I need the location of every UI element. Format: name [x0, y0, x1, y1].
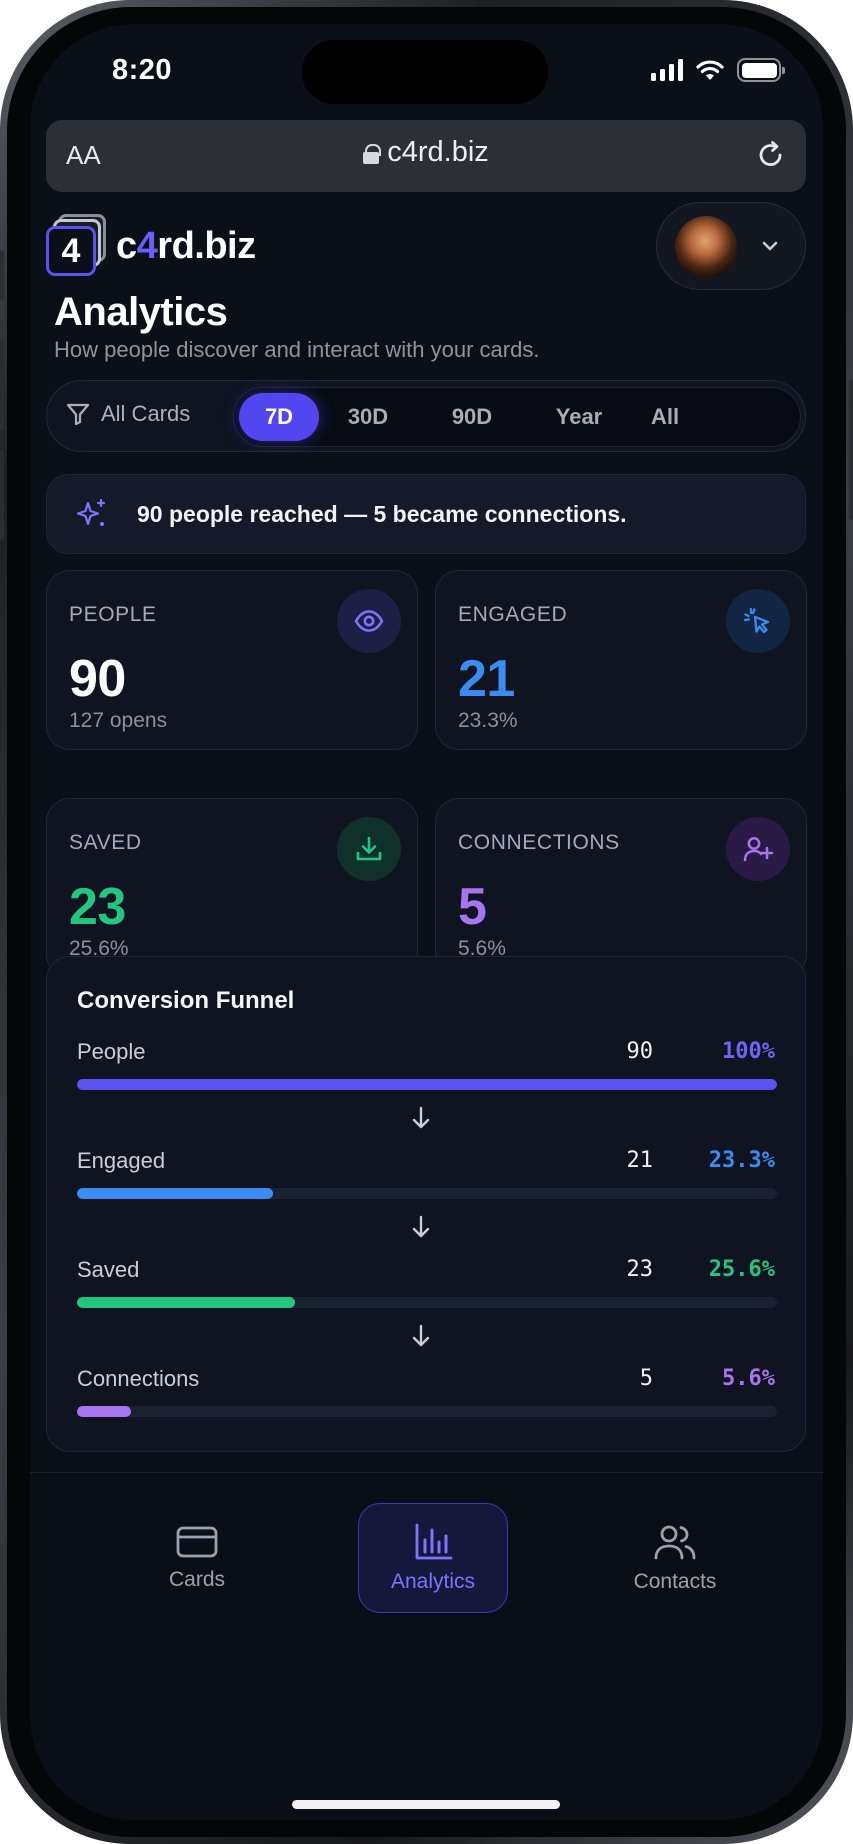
stat-label: PEOPLE: [69, 603, 157, 626]
stat-value: 23: [69, 878, 126, 936]
page-subtitle: How people discover and interact with yo…: [54, 337, 540, 362]
users-icon: [654, 1525, 696, 1560]
brand-name[interactable]: c4rd.biz: [116, 225, 256, 268]
period-selector: 7D 30D 90D Year All: [233, 387, 801, 447]
funnel-bar-track: [77, 1188, 777, 1199]
stat-card-engaged[interactable]: ENGAGED 21 23.3%: [435, 570, 807, 750]
volume-down-button: [0, 450, 4, 540]
download-icon: [337, 817, 401, 881]
home-indicator: [292, 1800, 560, 1809]
funnel-stage-label: Saved: [77, 1257, 140, 1282]
stat-card-saved[interactable]: SAVED 23 25.6%: [46, 798, 418, 978]
stat-subtext: 127 opens: [69, 709, 168, 732]
funnel-bar-fill: [77, 1406, 131, 1417]
eye-icon: [337, 589, 401, 653]
period-90d[interactable]: 90D: [432, 393, 512, 441]
funnel-bar-fill: [77, 1297, 296, 1308]
funnel-bar-fill: [77, 1079, 777, 1090]
nav-label: Analytics: [390, 1570, 476, 1593]
cursor-click-icon: [726, 589, 790, 653]
nav-label: Contacts: [633, 1570, 717, 1593]
chevron-down-icon: [762, 241, 778, 251]
card-icon: [176, 1526, 218, 1558]
sparkles-icon: [76, 498, 106, 526]
filter-icon: [66, 403, 90, 426]
card-filter-button[interactable]: All Cards: [65, 401, 190, 427]
card-filter-label: All Cards: [101, 401, 191, 426]
avatar: [675, 216, 737, 278]
mute-switch: [0, 250, 4, 300]
wifi-icon: [696, 60, 724, 80]
funnel-stage-label: People: [77, 1039, 146, 1064]
reload-icon[interactable]: [754, 138, 788, 172]
funnel-stage-percent: 100%: [722, 1039, 775, 1064]
browser-url-bar[interactable]: AA c4rd.biz: [46, 120, 806, 192]
funnel-stage-count: 21: [626, 1148, 654, 1173]
brand-logo[interactable]: 4: [46, 214, 106, 276]
volume-up-button: [0, 340, 4, 430]
funnel-stage-label: Connections: [77, 1366, 200, 1391]
funnel-title: Conversion Funnel: [77, 987, 295, 1014]
stat-card-people[interactable]: PEOPLE 90 127 opens: [46, 570, 418, 750]
bottom-nav: Cards Analytics Contacts: [30, 1472, 823, 1820]
stat-value: 21: [458, 650, 515, 708]
screen: 8:20 AA c4rd.biz 4 c4rd.biz Analytics Ho…: [30, 24, 823, 1820]
funnel-stage-label: Engaged: [77, 1148, 166, 1173]
url-display[interactable]: c4rd.biz: [46, 136, 806, 169]
stat-label: SAVED: [69, 831, 142, 854]
stat-card-connections[interactable]: CONNECTIONS 5 5.6%: [435, 798, 807, 978]
url-text: c4rd.biz: [387, 136, 489, 168]
power-button: [849, 380, 853, 520]
period-all[interactable]: All: [630, 393, 700, 441]
nav-contacts[interactable]: Contacts: [600, 1503, 750, 1613]
period-7d[interactable]: 7D: [239, 393, 319, 441]
lock-icon: [363, 144, 382, 164]
funnel-bar-track: [77, 1079, 777, 1090]
conversion-funnel: Conversion Funnel People 90 100% Engaged 21 2…: [46, 956, 806, 1452]
stat-value: 90: [69, 650, 126, 708]
funnel-bar-track: [77, 1297, 777, 1308]
stat-subtext: 23.3%: [458, 709, 518, 732]
arrow-down-icon: [412, 1106, 430, 1129]
logo-digit: 4: [46, 226, 96, 276]
profile-menu-button[interactable]: [656, 202, 806, 290]
nav-label: Cards: [168, 1568, 226, 1591]
stat-value: 5: [458, 878, 487, 936]
period-year[interactable]: Year: [534, 393, 624, 441]
stat-label: CONNECTIONS: [458, 831, 620, 854]
status-time: 8:20: [112, 54, 173, 86]
stat-label: ENGAGED: [458, 603, 568, 626]
battery-icon: [737, 58, 785, 82]
bar-chart-icon: [415, 1523, 453, 1560]
funnel-stage-percent: 5.6%: [722, 1366, 775, 1391]
phone-frame: 8:20 AA c4rd.biz 4 c4rd.biz Analytics Ho…: [0, 0, 853, 1844]
period-30d[interactable]: 30D: [328, 393, 408, 441]
nav-analytics[interactable]: Analytics: [358, 1503, 508, 1613]
funnel-bar-fill: [77, 1188, 273, 1199]
summary-text: 90 people reached — 5 became connections…: [137, 501, 627, 527]
funnel-bar-track: [77, 1406, 777, 1417]
filter-bar: All Cards 7D 30D 90D Year All: [46, 380, 806, 452]
funnel-stage-count: 90: [626, 1039, 654, 1064]
funnel-stage-count: 23: [626, 1257, 654, 1282]
nav-cards[interactable]: Cards: [122, 1503, 272, 1613]
funnel-stage-percent: 25.6%: [708, 1257, 775, 1282]
user-plus-icon: [726, 817, 790, 881]
funnel-stage-percent: 23.3%: [708, 1148, 775, 1173]
signal-icon: [651, 59, 683, 81]
arrow-down-icon: [412, 1324, 430, 1347]
dynamic-island: [302, 40, 548, 104]
arrow-down-icon: [412, 1215, 430, 1238]
app-header: 4 c4rd.biz: [46, 192, 806, 290]
status-bar: 8:20: [30, 24, 823, 134]
summary-banner: 90 people reached — 5 became connections…: [46, 474, 806, 554]
page-title: Analytics: [54, 290, 228, 334]
status-icons: [651, 58, 785, 82]
funnel-stage-count: 5: [639, 1366, 653, 1391]
